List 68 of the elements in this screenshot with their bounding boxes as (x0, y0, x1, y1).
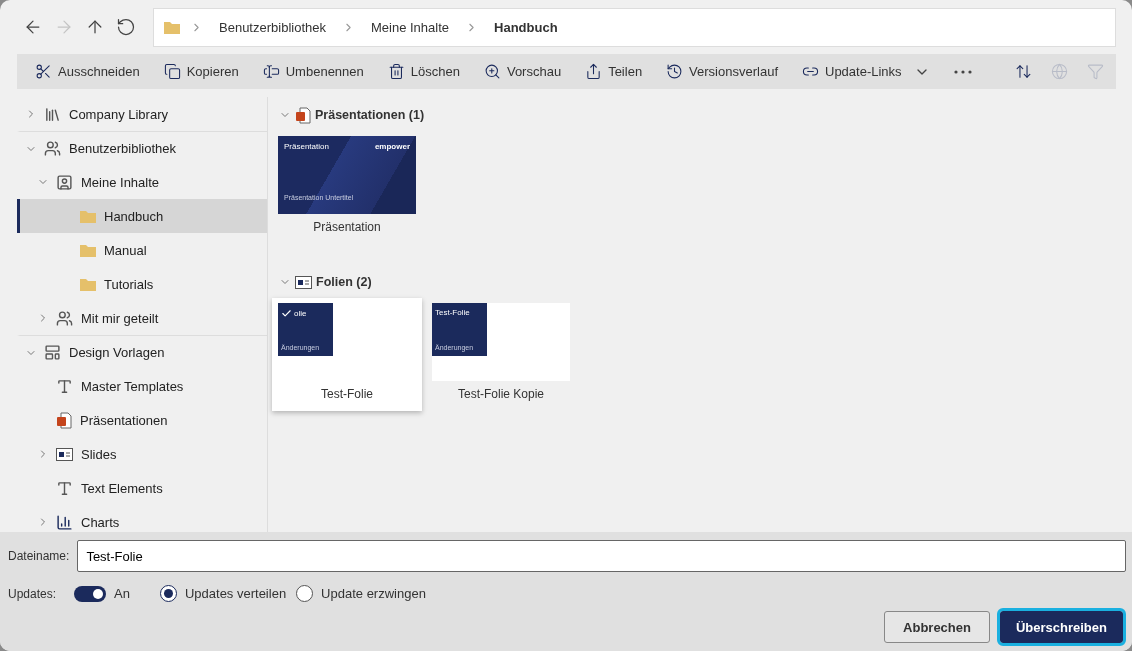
presentation-icon (295, 106, 311, 124)
tree-item[interactable]: Master Templates (17, 369, 267, 403)
updates-label: Updates: (8, 586, 57, 601)
tree-item[interactable]: Charts (17, 505, 267, 532)
toolbar-button[interactable]: Versionsverlauf (666, 63, 778, 80)
radio-button[interactable] (296, 585, 314, 602)
history-icon (666, 63, 684, 80)
sort-button[interactable] (1015, 63, 1032, 80)
presentation-icon (56, 411, 72, 429)
tree-item[interactable]: Tutorials (17, 267, 267, 301)
template-icon (44, 344, 61, 361)
refresh-icon (115, 17, 136, 37)
overwrite-button[interactable]: Überschreiben (999, 611, 1123, 643)
folder-icon (80, 243, 96, 257)
toolbar-button[interactable]: Umbenennen (262, 63, 364, 80)
radio-label: Update erzwingen (321, 586, 426, 601)
breadcrumb-item[interactable]: Meine Inhalte (364, 19, 456, 35)
delete-icon (387, 63, 405, 80)
tree-item[interactable]: Mit mir geteilt (17, 301, 267, 335)
slide-icon (295, 275, 312, 289)
text-icon (56, 479, 73, 497)
updates-toggle[interactable] (74, 585, 107, 602)
rename-icon (262, 63, 280, 80)
toolbar-button[interactable]: Teilen (585, 63, 643, 80)
breadcrumb-item[interactable]: Handbuch (488, 19, 564, 35)
tree-item[interactable]: Meine Inhalte (17, 165, 267, 199)
library-icon (44, 105, 61, 123)
radio-label: Updates verteilen (184, 586, 287, 601)
more-icon (953, 69, 972, 74)
tree-item[interactable]: Manual (17, 233, 267, 267)
address-bar[interactable]: Benutzerbibliothek Meine Inhalte Handbuch (153, 7, 1116, 47)
group-header[interactable]: Präsentationen (1) (279, 105, 1132, 125)
tree-item[interactable]: Benutzerbibliothek (17, 131, 267, 165)
toolbar-button[interactable]: Ausschneiden (35, 63, 140, 80)
users-icon (56, 309, 73, 327)
folder-icon (80, 277, 96, 291)
logo-text: empower (374, 142, 410, 151)
group-header[interactable]: Folien (2) (279, 272, 1132, 292)
slide-title: Test-Folie (435, 308, 470, 317)
toggle-state: An (114, 586, 130, 601)
tree-item[interactable]: Präsentationen (17, 403, 267, 437)
users-icon (44, 140, 61, 157)
tree-item[interactable]: Handbuch (17, 199, 267, 233)
slide-icon (56, 447, 73, 461)
more-button[interactable] (953, 69, 972, 74)
copy-icon (163, 63, 181, 80)
tree-item[interactable]: Company Library (17, 97, 267, 131)
toolbar-button[interactable]: Vorschau (483, 63, 562, 80)
filename-label: Dateiname: (8, 549, 70, 563)
slide-title: olie (294, 309, 307, 318)
share-icon (585, 63, 603, 80)
breadcrumb-item[interactable]: Benutzerbibliothek (213, 19, 332, 35)
user-folder-icon (56, 173, 73, 191)
filename-field[interactable]: Test-Folie (77, 540, 1126, 572)
folder-icon (80, 209, 96, 223)
tree-item[interactable]: Design Vorlagen (17, 335, 267, 369)
toolbar-button[interactable]: Löschen (387, 63, 460, 80)
toolbar-button[interactable]: Kopieren (163, 63, 239, 80)
cut-icon (35, 63, 52, 80)
tree-item[interactable]: Slides (17, 437, 267, 471)
preview-icon (483, 63, 501, 80)
tree-item[interactable]: Text Elements (17, 471, 267, 505)
radio-button[interactable] (159, 585, 177, 602)
slide-title: Präsentation (284, 142, 329, 151)
folder-icon (164, 20, 180, 34)
chart-icon (56, 513, 73, 531)
toolbar-button[interactable]: Update-Links (802, 63, 930, 80)
cancel-button[interactable]: Abbrechen (884, 611, 990, 643)
